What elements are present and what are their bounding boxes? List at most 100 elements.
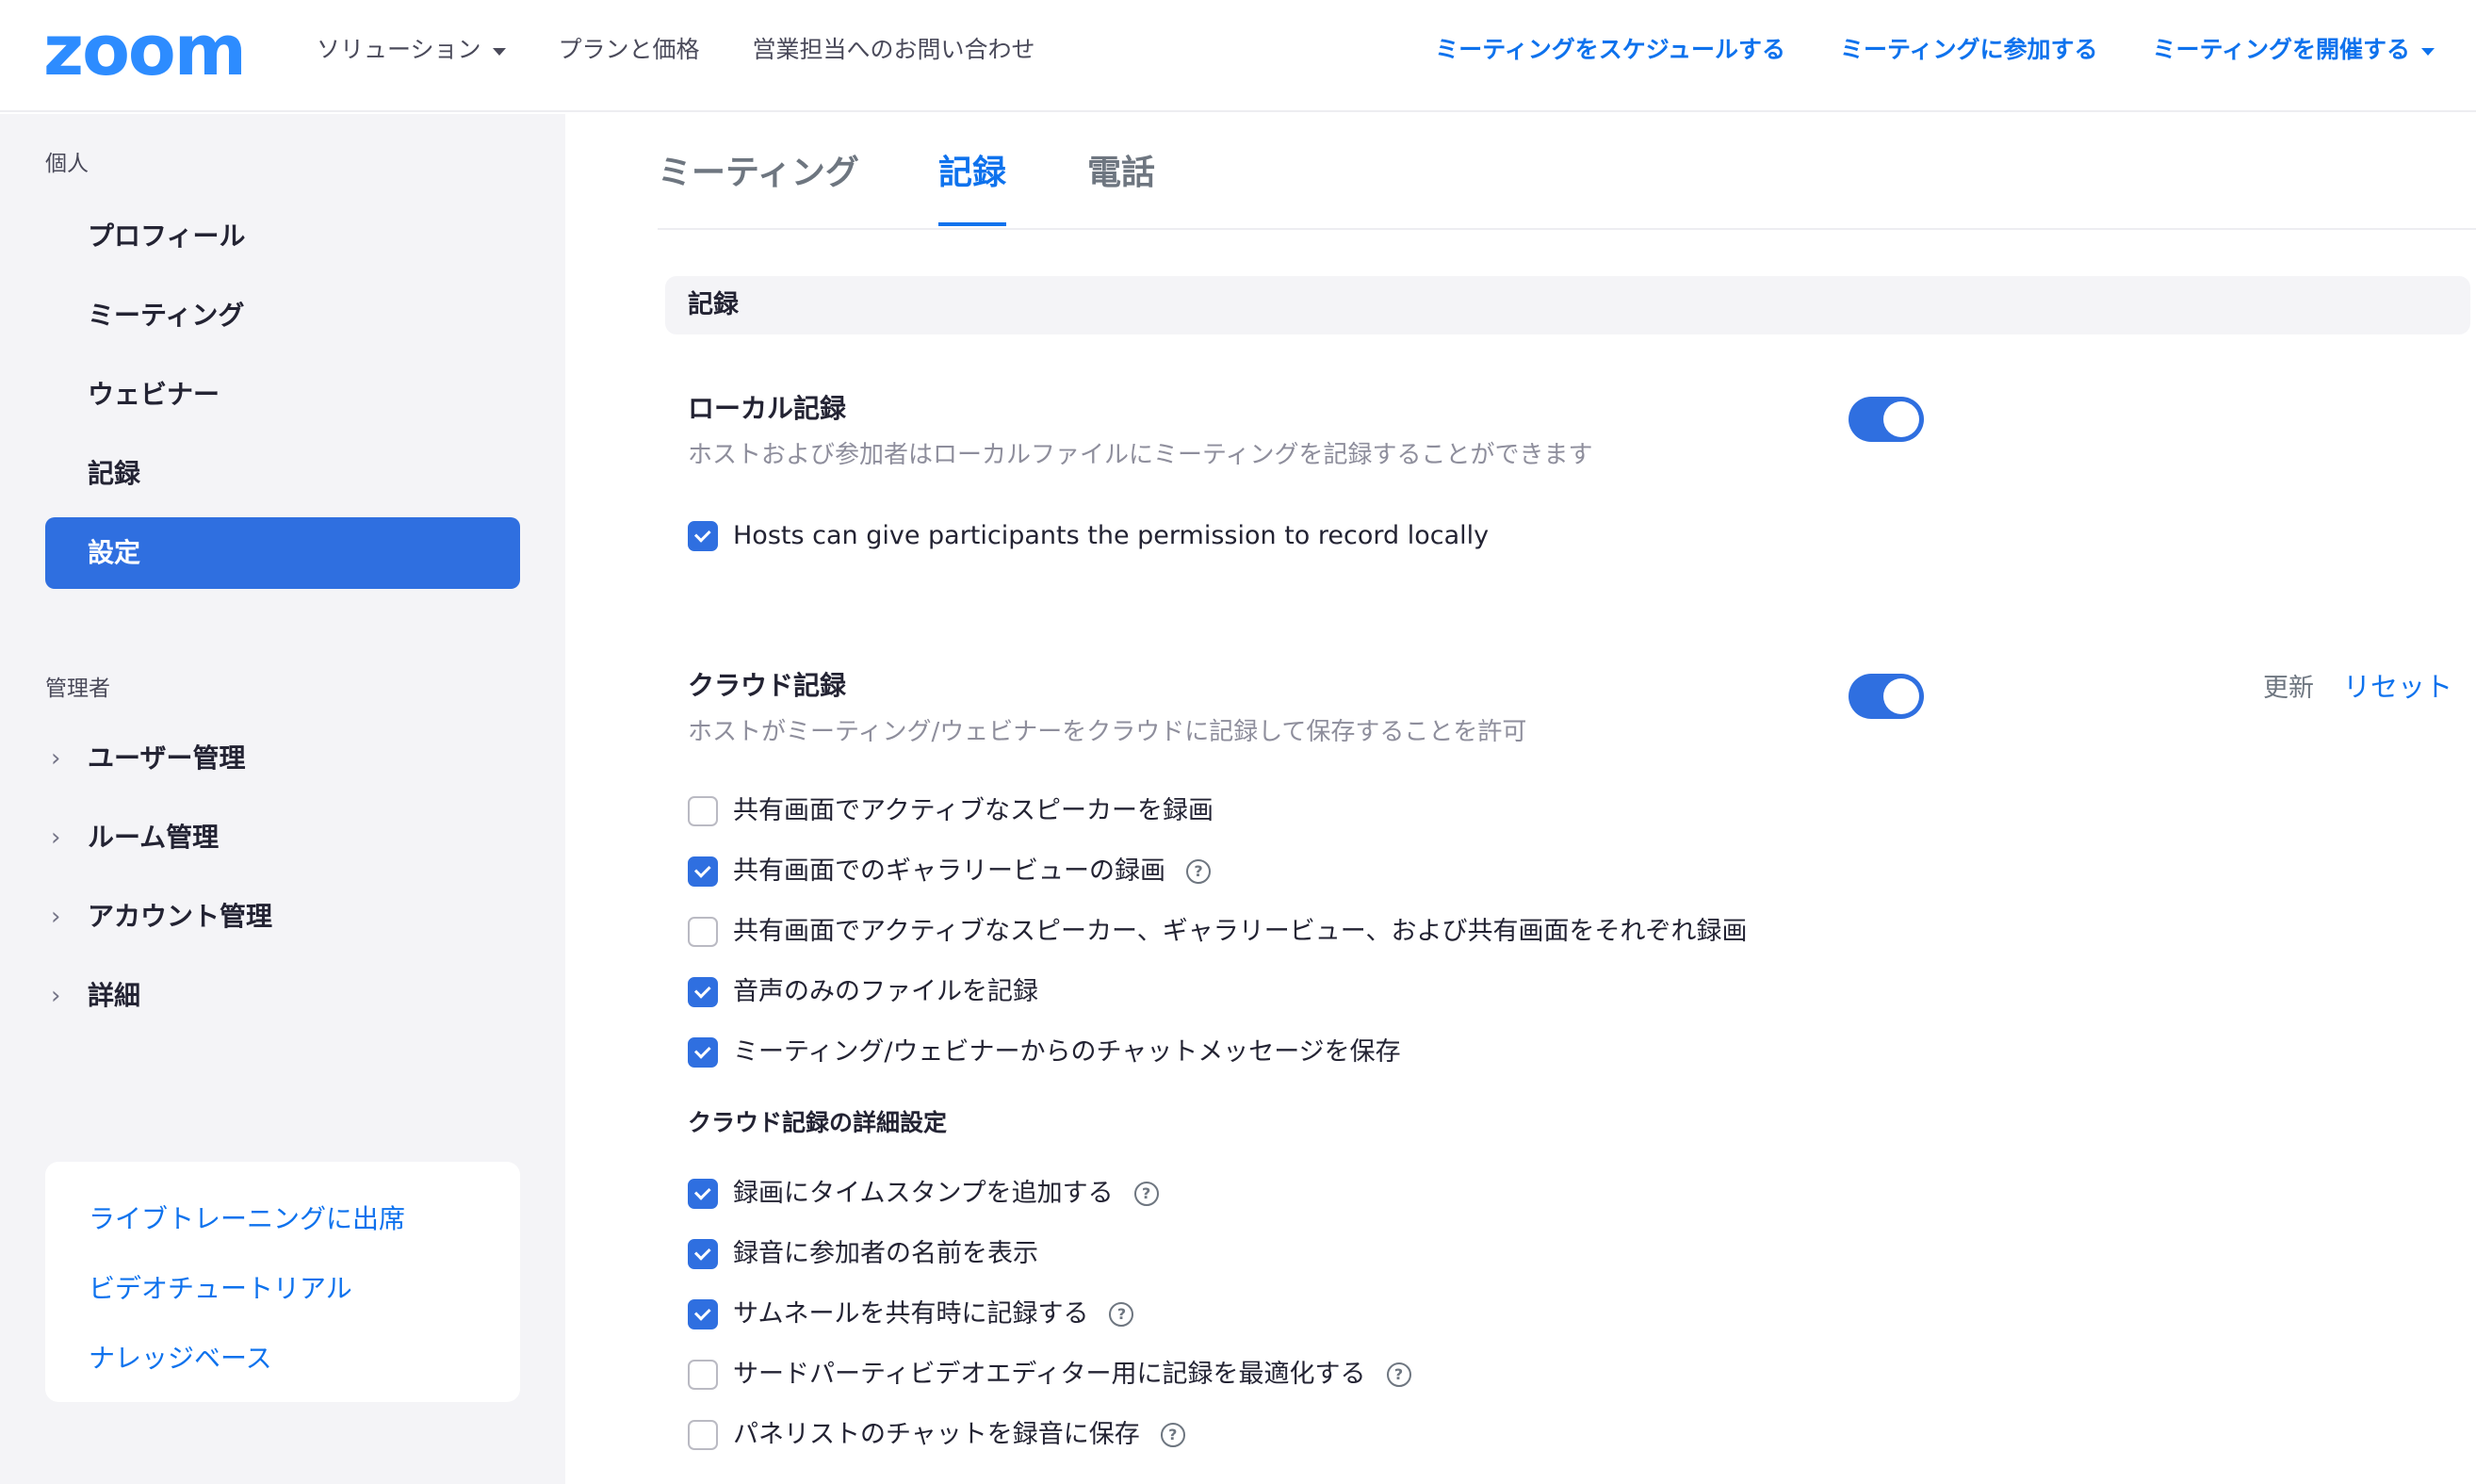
sidebar-item-label: アカウント管理 bbox=[88, 901, 273, 932]
chevron-down-icon bbox=[492, 48, 506, 56]
option-hosts-permission-record-locally: Hosts can give participants the permissi… bbox=[688, 517, 1489, 555]
nav-solutions[interactable]: ソリューション bbox=[317, 32, 506, 68]
option-save-panelist-chat: パネリストのチャットを録音に保存 ? bbox=[688, 1416, 1185, 1454]
chevron-right-icon: › bbox=[51, 903, 61, 931]
checkbox[interactable] bbox=[688, 1299, 718, 1329]
sidebar-item-webinars[interactable]: ウェビナー bbox=[45, 359, 520, 431]
checkbox[interactable] bbox=[688, 917, 718, 947]
nav-join-meeting-label: ミーティングに参加する bbox=[1839, 36, 2098, 63]
option-record-gallery-view-shared-screen: 共有画面でのギャラリービューの録画 ? bbox=[688, 853, 1211, 890]
sidebar-item-advanced[interactable]: › 詳細 bbox=[45, 960, 520, 1032]
sidebar-item-recordings[interactable]: 記録 bbox=[45, 438, 520, 510]
option-display-participant-names: 録音に参加者の名前を表示 bbox=[688, 1235, 1038, 1273]
cloud-recording-toggle[interactable] bbox=[1849, 674, 1924, 719]
update-link[interactable]: 更新 bbox=[2263, 670, 2314, 708]
sidebar-item-meetings[interactable]: ミーティング bbox=[45, 280, 520, 351]
nav-schedule-meeting[interactable]: ミーティングをスケジュールする bbox=[1435, 32, 1785, 68]
checkbox[interactable] bbox=[688, 1360, 718, 1390]
link-video-tutorials[interactable]: ビデオチュートリアル bbox=[45, 1254, 520, 1324]
local-recording-description: ホストおよび参加者はローカルファイルにミーティングを記録することができます bbox=[688, 441, 1593, 469]
option-record-thumbnails: サムネールを共有時に記録する ? bbox=[688, 1296, 1134, 1333]
nav-join-meeting[interactable]: ミーティングに参加する bbox=[1840, 32, 2098, 68]
option-optimize-third-party-editor: サードパーティビデオエディター用に記録を最適化する ? bbox=[688, 1356, 1411, 1394]
option-label: サムネールを共有時に記録する bbox=[733, 1299, 1089, 1329]
nav-contact-sales[interactable]: 営業担当へのお問い合わせ bbox=[753, 32, 1035, 68]
option-record-separately: 共有画面でアクティブなスピーカー、ギャラリービュー、および共有画面をそれぞれ録画 bbox=[688, 913, 1748, 951]
sidebar-item-label: 記録 bbox=[88, 458, 141, 489]
help-icon[interactable]: ? bbox=[1133, 1182, 1159, 1206]
checkbox[interactable] bbox=[688, 1037, 718, 1068]
sidebar-item-label: ルーム管理 bbox=[88, 822, 220, 853]
nav-plans-pricing[interactable]: プランと価格 bbox=[559, 32, 700, 68]
sidebar-item-account-management[interactable]: › アカウント管理 bbox=[45, 881, 520, 953]
checkbox[interactable] bbox=[688, 1179, 718, 1209]
sidebar-item-label: ミーティング bbox=[88, 300, 245, 331]
help-icon[interactable]: ? bbox=[1109, 1302, 1134, 1327]
zoom-logo[interactable]: zoom bbox=[43, 16, 247, 86]
option-audio-only-file: 音声のみのファイルを記録 bbox=[688, 973, 1038, 1011]
option-label: 共有画面でアクティブなスピーカー、ギャラリービュー、および共有画面をそれぞれ録画 bbox=[733, 917, 1748, 946]
option-add-timestamp: 録画にタイムスタンプを追加する ? bbox=[688, 1175, 1159, 1213]
section-header-recording: 記録 bbox=[665, 276, 2470, 334]
chevron-right-icon: › bbox=[51, 824, 61, 852]
sidebar: 個人 プロフィール ミーティング ウェビナー 記録 設定 管理者 › ユーザー管理… bbox=[0, 114, 565, 1484]
option-label: Hosts can give participants the permissi… bbox=[733, 521, 1490, 550]
nav-schedule-meeting-label: ミーティングをスケジュールする bbox=[1435, 36, 1785, 63]
option-label: 共有画面でアクティブなスピーカーを録画 bbox=[733, 796, 1214, 825]
tab-recording[interactable]: 記録 bbox=[938, 147, 1007, 226]
toggle-knob bbox=[1883, 401, 1919, 437]
cloud-recording-advanced-title: クラウド記録の詳細設定 bbox=[688, 1109, 948, 1136]
checkbox[interactable] bbox=[688, 977, 718, 1007]
chevron-right-icon: › bbox=[51, 982, 61, 1010]
sidebar-item-room-management[interactable]: › ルーム管理 bbox=[45, 802, 520, 873]
option-label: 録音に参加者の名前を表示 bbox=[733, 1239, 1038, 1268]
toggle-knob bbox=[1883, 678, 1919, 714]
top-header: zoom ソリューション プランと価格 営業担当へのお問い合わせ ミーティングを… bbox=[0, 0, 2476, 112]
nav-contact-sales-label: 営業担当へのお問い合わせ bbox=[752, 36, 1035, 63]
help-icon[interactable]: ? bbox=[1186, 859, 1211, 884]
sidebar-item-profile[interactable]: プロフィール bbox=[45, 201, 520, 272]
sidebar-item-settings[interactable]: 設定 bbox=[45, 517, 520, 589]
local-recording-title: ローカル記録 bbox=[688, 393, 847, 424]
local-recording-toggle[interactable] bbox=[1849, 397, 1924, 442]
sidebar-admin-label: 管理者 bbox=[45, 677, 110, 701]
nav-left: ソリューション プランと価格 営業担当へのお問い合わせ bbox=[317, 32, 1035, 68]
option-label: 録画にタイムスタンプを追加する bbox=[733, 1179, 1114, 1208]
option-label: ミーティング/ウェビナーからのチャットメッセージを保存 bbox=[733, 1037, 1401, 1067]
help-icon[interactable]: ? bbox=[1160, 1423, 1185, 1447]
checkbox[interactable] bbox=[688, 856, 718, 887]
sidebar-item-label: ユーザー管理 bbox=[88, 742, 246, 774]
chevron-right-icon: › bbox=[51, 744, 61, 773]
sidebar-item-user-management[interactable]: › ユーザー管理 bbox=[45, 723, 520, 794]
sidebar-item-label: ウェビナー bbox=[88, 379, 220, 410]
settings-tabs: ミーティング 記録 電話 bbox=[658, 147, 2476, 230]
help-links-box: ライブトレーニングに出席 ビデオチュートリアル ナレッジベース bbox=[45, 1162, 520, 1402]
nav-right: ミーティングをスケジュールする ミーティングに参加する ミーティングを開催する bbox=[1435, 32, 2435, 68]
nav-solutions-label: ソリューション bbox=[317, 36, 481, 63]
option-save-chat-messages: ミーティング/ウェビナーからのチャットメッセージを保存 bbox=[688, 1034, 1401, 1071]
link-live-training[interactable]: ライブトレーニングに出席 bbox=[45, 1184, 520, 1254]
tab-meeting[interactable]: ミーティング bbox=[658, 147, 859, 222]
cloud-recording-title: クラウド記録 bbox=[688, 670, 847, 701]
nav-host-meeting-label: ミーティングを開催する bbox=[2152, 36, 2410, 63]
sidebar-item-label: 設定 bbox=[88, 537, 141, 568]
option-record-active-speaker-shared-screen: 共有画面でアクティブなスピーカーを録画 bbox=[688, 792, 1214, 830]
help-icon[interactable]: ? bbox=[1386, 1362, 1411, 1387]
cloud-recording-description: ホストがミーティング/ウェビナーをクラウドに記録して保存することを許可 bbox=[688, 718, 1527, 746]
checkbox[interactable] bbox=[688, 521, 718, 551]
checkbox[interactable] bbox=[688, 1420, 718, 1450]
reset-link[interactable]: リセット bbox=[2343, 668, 2452, 706]
sidebar-item-label: 詳細 bbox=[88, 980, 141, 1011]
checkbox[interactable] bbox=[688, 1239, 718, 1269]
sidebar-item-label: プロフィール bbox=[88, 220, 246, 252]
link-knowledge-base[interactable]: ナレッジベース bbox=[45, 1324, 520, 1394]
nav-host-meeting[interactable]: ミーティングを開催する bbox=[2152, 32, 2435, 68]
tab-phone[interactable]: 電話 bbox=[1087, 147, 1155, 222]
option-label: パネリストのチャットを録音に保存 bbox=[733, 1420, 1140, 1449]
nav-plans-pricing-label: プランと価格 bbox=[558, 36, 700, 63]
checkbox[interactable] bbox=[688, 796, 718, 826]
option-label: 共有画面でのギャラリービューの録画 bbox=[733, 856, 1165, 886]
option-label: サードパーティビデオエディター用に記録を最適化する bbox=[733, 1360, 1366, 1389]
chevron-down-icon bbox=[2421, 48, 2435, 56]
sidebar-personal-label: 個人 bbox=[45, 152, 89, 176]
